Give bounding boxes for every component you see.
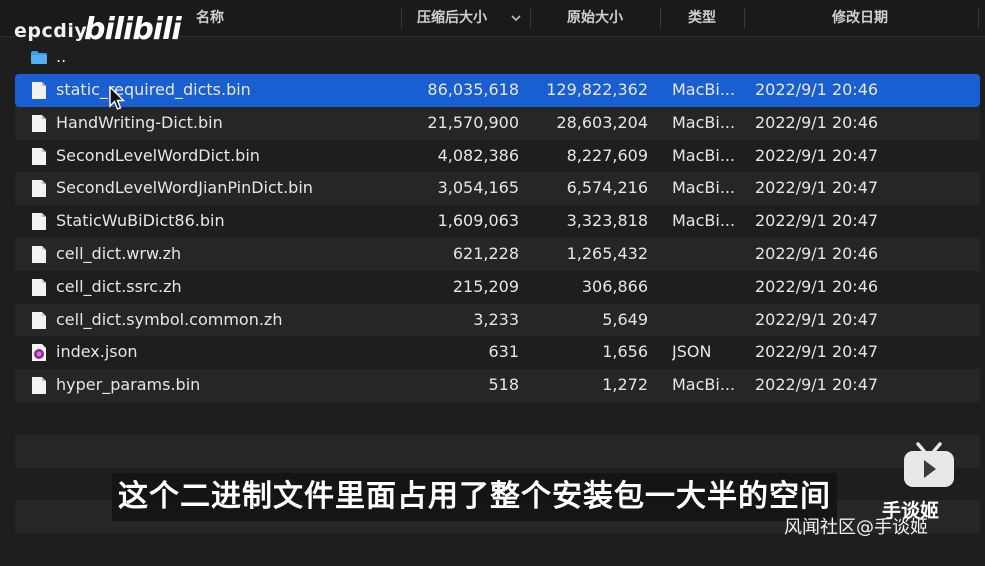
file-row[interactable]: SecondLevelWordDict.bin 4,082,386 8,227,60… [15,140,980,173]
file-row[interactable]: cell_dict.symbol.common.zh 3,233 5,649 2022… [15,303,980,337]
blank-file-icon [32,278,46,296]
chevron-down-icon[interactable] [509,11,523,25]
file-name: index.json [56,342,138,362]
bilibili-logo: bilibili [84,12,182,47]
file-name: cell_dict.symbol.common.zh [56,309,283,329]
file-row[interactable]: StaticWuBiDict86.bin 1,609,063 3,323,818 Ma… [15,205,980,238]
column-header-original-size[interactable]: 原始大小 [531,0,659,36]
file-date-modified: 2022/9/1 20:47 [755,178,879,198]
document-icon [32,147,46,165]
document-icon [32,114,46,132]
file-date-modified: 2022/9/1 20:46 [755,243,879,263]
file-original-size: 28,603,204 [556,112,648,132]
empty-row [15,402,980,435]
file-compressed-size: 86,035,618 [427,80,519,99]
file-date-modified: 2022/9/1 20:47 [755,309,879,329]
file-kind: MacBi... [672,112,736,132]
community-watermark: 风闻社区@手谈姬 [784,517,928,538]
file-original-size: 5,649 [602,309,648,329]
file-original-size: 6,574,216 [566,178,648,198]
file-compressed-size: 4,082,386 [437,145,519,165]
file-kind: MacBi... [672,375,736,395]
document-icon [32,82,46,99]
document-icon [32,213,46,231]
mouse-cursor-icon [109,86,126,110]
file-name: HandWriting-Dict.bin [56,112,223,132]
file-kind [672,271,742,304]
file-original-size: 1,265,432 [566,243,648,263]
file-original-size: 8,227,609 [566,145,648,165]
file-compressed-size: 631 [488,342,519,362]
file-name: StaticWuBiDict86.bin [56,211,225,231]
file-compressed-size: 21,570,900 [427,112,519,132]
channel-watermark: epcdiy [14,20,88,42]
file-date-modified: 2022/9/1 20:46 [755,112,879,132]
file-date-modified: 2022/9/1 20:47 [755,211,879,231]
file-compressed-size: 518 [488,375,519,395]
file-compressed-size: 3,233 [473,309,519,329]
file-kind: MacBi... [672,80,736,99]
file-kind: JSON [672,342,712,362]
file-name: cell_dict.ssrc.zh [56,276,182,296]
file-date-modified: 2022/9/1 20:47 [755,342,879,362]
file-kind: MacBi... [672,145,736,165]
blank-file-icon [32,245,46,263]
file-date-modified: 2022/9/1 20:46 [755,276,879,296]
file-kind [672,238,742,271]
video-subtitle: 这个二进制文件里面占用了整个安装包一大半的空间 [112,473,837,521]
file-original-size: 1,272 [602,375,648,395]
file-kind: MacBi... [672,211,736,231]
file-compressed-size: 215,209 [452,276,519,296]
file-name: SecondLevelWordDict.bin [56,145,260,165]
file-row[interactable]: hyper_params.bin 518 1,272 MacBi... 2022/9/1… [15,369,980,402]
file-kind [672,304,742,337]
file-date-modified: 2022/9/1 20:47 [755,145,879,165]
file-name: hyper_params.bin [56,375,201,395]
file-original-size: 3,323,818 [566,211,648,231]
column-header-date-modified[interactable]: 修改日期 [745,0,975,36]
bilibili-tv-icon [904,442,954,487]
file-kind: MacBi... [672,178,736,198]
file-original-size: 1,656 [602,342,648,362]
blank-file-icon [32,311,46,329]
file-name: static_required_dicts.bin [56,80,251,99]
empty-row [15,434,980,468]
file-row[interactable]: index.json 631 1,656 JSON 2022/9/1 20:47 [15,336,980,369]
column-divider[interactable] [978,8,979,28]
document-icon [32,377,46,395]
file-name: SecondLevelWordJianPinDict.bin [56,178,313,198]
file-compressed-size: 1,609,063 [437,211,519,231]
json-file-icon [32,344,46,362]
file-row[interactable]: static_required_dicts.bin 86,035,618 129,8… [15,74,980,107]
file-row[interactable]: SecondLevelWordJianPinDict.bin 3,054,165 6… [15,172,980,206]
file-row[interactable]: cell_dict.wrw.zh 621,228 1,265,432 2022/9/1… [15,237,980,271]
file-row[interactable]: cell_dict.ssrc.zh 215,209 306,866 2022/9/1 … [15,271,980,304]
file-name: cell_dict.wrw.zh [56,243,182,263]
file-date-modified: 2022/9/1 20:46 [755,80,879,99]
column-header-kind[interactable]: 类型 [661,0,743,36]
file-compressed-size: 3,054,165 [437,178,519,198]
folder-icon[interactable] [30,50,48,65]
file-date-modified: 2022/9/1 20:47 [755,375,879,395]
file-original-size: 129,822,362 [546,80,648,99]
file-row[interactable]: HandWriting-Dict.bin 21,570,900 28,603,204… [15,106,980,140]
file-original-size: 306,866 [581,276,648,296]
parent-folder-label[interactable]: .. [56,47,66,66]
file-compressed-size: 621,228 [452,243,519,263]
column-header-compressed-size[interactable]: 压缩后大小 [402,0,502,36]
document-icon [32,180,46,198]
